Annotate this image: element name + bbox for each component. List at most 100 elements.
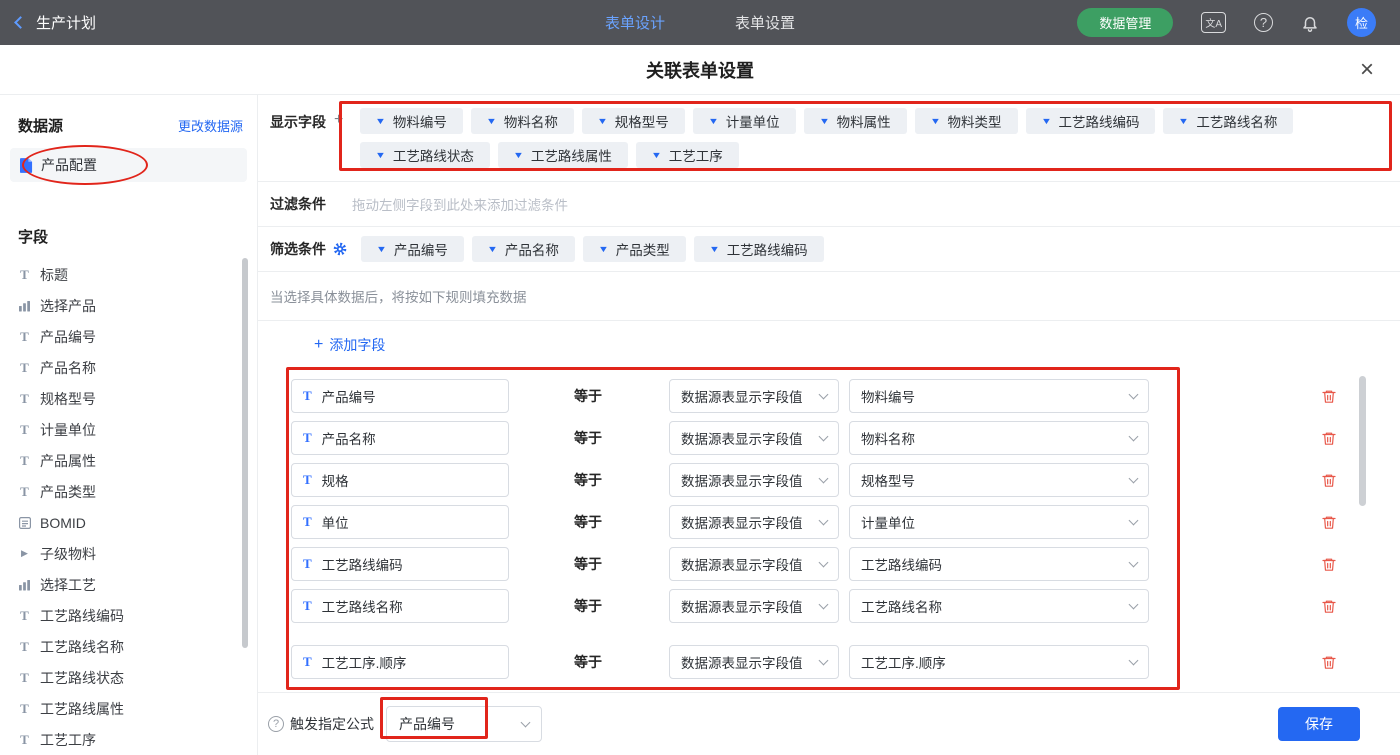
display-field-tag[interactable]: ▼ 工艺路线属性: [498, 142, 628, 168]
rule-rows: T 产品编号 等于 数据源表显示字段值 物料编号 T 产品名称 等于 数据源表显…: [291, 379, 1400, 679]
rule-target-select[interactable]: 工艺工序.顺序: [849, 645, 1149, 679]
display-field-tag[interactable]: ▼ 工艺路线名称: [1163, 108, 1293, 134]
rule-field-input[interactable]: T 产品编号: [291, 379, 509, 413]
rule-operator-label: 等于: [574, 652, 669, 672]
add-display-field-button[interactable]: +: [334, 112, 343, 128]
form-field-icon: [18, 517, 31, 529]
sidebar-field-item[interactable]: T 工艺路线编码: [0, 600, 257, 631]
rule-field-input[interactable]: T 单位: [291, 505, 509, 539]
rule-source-select[interactable]: 数据源表显示字段值: [669, 547, 839, 581]
rule-target-select[interactable]: 物料名称: [849, 421, 1149, 455]
fill-rules-hint: 当选择具体数据后，将按如下规则填充数据: [270, 286, 527, 306]
display-field-tag[interactable]: ▼ 工艺路线编码: [1026, 108, 1156, 134]
rule-source-select[interactable]: 数据源表显示字段值: [669, 379, 839, 413]
sidebar-field-item[interactable]: ▶ 子级物料: [0, 538, 257, 569]
sidebar-field-item[interactable]: T 标题: [0, 259, 257, 290]
chevron-down-icon: [819, 473, 829, 483]
display-field-tags: ▼ 物料编号 ▼ 物料名称 ▼ 规格型号 ▼ 计量单位 ▼ 物料属性 ▼ 物料类…: [360, 108, 1364, 168]
display-field-tag[interactable]: ▼ 工艺工序: [636, 142, 739, 168]
translate-icon[interactable]: 文A: [1201, 12, 1226, 33]
sidebar-field-item[interactable]: T 工艺路线状态: [0, 662, 257, 693]
rule-source-select[interactable]: 数据源表显示字段值: [669, 421, 839, 455]
close-icon[interactable]: ×: [1360, 58, 1374, 82]
sidebar-field-label: 标题: [40, 265, 68, 285]
rule-source-select[interactable]: 数据源表显示字段值: [669, 463, 839, 497]
display-field-tag[interactable]: ▼ 计量单位: [693, 108, 796, 134]
help-icon[interactable]: ?: [1254, 13, 1273, 32]
sidebar-field-item[interactable]: T 规格型号: [0, 383, 257, 414]
trash-icon[interactable]: [1321, 388, 1337, 405]
sidebar-scrollbar[interactable]: [242, 258, 248, 648]
notifications-bell-icon[interactable]: [1301, 14, 1319, 32]
sidebar-field-label: 产品属性: [40, 451, 96, 471]
rule-source-select[interactable]: 数据源表显示字段值: [669, 505, 839, 539]
sidebar-field-item[interactable]: BOMID: [0, 507, 257, 538]
sidebar-field-label: BOMID: [40, 515, 86, 531]
back-button[interactable]: 生产计划: [16, 12, 96, 33]
trash-icon[interactable]: [1321, 654, 1337, 671]
screening-field-tag[interactable]: ▼ 产品名称: [472, 236, 575, 262]
rule-target-select[interactable]: 工艺路线编码: [849, 547, 1149, 581]
rule-source-select[interactable]: 数据源表显示字段值: [669, 645, 839, 679]
change-datasource-link[interactable]: 更改数据源: [178, 116, 243, 135]
chevron-down-icon: [1129, 431, 1139, 441]
add-field-button[interactable]: + 添加字段: [314, 335, 385, 355]
sidebar-field-item[interactable]: T 产品属性: [0, 445, 257, 476]
rule-source-select[interactable]: 数据源表显示字段值: [669, 589, 839, 623]
trash-icon[interactable]: [1321, 556, 1337, 573]
text-field-icon: T: [303, 430, 312, 446]
display-field-tag[interactable]: ▼ 工艺路线状态: [360, 142, 490, 168]
fill-rules-hint-section: 当选择具体数据后，将按如下规则填充数据: [258, 272, 1400, 322]
screening-field-tag[interactable]: ▼ 产品编号: [361, 236, 464, 262]
screening-field-tag[interactable]: ▼ 产品类型: [583, 236, 686, 262]
rule-target-select[interactable]: 计量单位: [849, 505, 1149, 539]
rules-scrollbar[interactable]: [1359, 376, 1366, 506]
save-button[interactable]: 保存: [1278, 707, 1360, 741]
datasource-item-product-config[interactable]: 产品配置: [10, 148, 247, 182]
trash-icon[interactable]: [1321, 430, 1337, 447]
screening-field-tag[interactable]: ▼ 工艺路线编码: [694, 236, 824, 262]
display-field-tag[interactable]: ▼ 物料属性: [804, 108, 907, 134]
data-manage-button[interactable]: 数据管理: [1077, 8, 1173, 37]
display-field-tag[interactable]: ▼ 规格型号: [582, 108, 685, 134]
sidebar-field-item[interactable]: T 产品类型: [0, 476, 257, 507]
trash-icon[interactable]: [1321, 472, 1337, 489]
text-field-icon: T: [18, 329, 31, 345]
question-circle-icon: ?: [268, 716, 284, 732]
sidebar-field-item[interactable]: T 工艺路线名称: [0, 631, 257, 662]
sidebar-field-item[interactable]: T 产品名称: [0, 352, 257, 383]
rule-target-select[interactable]: 工艺路线名称: [849, 589, 1149, 623]
trash-icon[interactable]: [1321, 514, 1337, 531]
rule-field-input[interactable]: T 工艺路线名称: [291, 589, 509, 623]
tab-form-design[interactable]: 表单设计: [605, 12, 665, 33]
sidebar-field-item[interactable]: T 产品编号: [0, 321, 257, 352]
screening-conditions-label: 筛选条件: [270, 239, 326, 259]
display-field-tag[interactable]: ▼ 物料类型: [915, 108, 1018, 134]
chevron-down-icon: [1129, 655, 1139, 665]
text-field-icon: T: [18, 267, 31, 283]
rule-field-input[interactable]: T 产品名称: [291, 421, 509, 455]
rule-field-input[interactable]: T 工艺路线编码: [291, 547, 509, 581]
sidebar-field-item[interactable]: T 工艺路线属性: [0, 693, 257, 724]
rule-field-input[interactable]: T 工艺工序.顺序: [291, 645, 509, 679]
sidebar-field-item[interactable]: T 工艺工序: [0, 724, 257, 755]
rule-field-label: 工艺路线编码: [322, 554, 403, 574]
sidebar-field-item[interactable]: T 计量单位: [0, 414, 257, 445]
rule-target-select[interactable]: 规格型号: [849, 463, 1149, 497]
sidebar-field-item[interactable]: 选择工艺: [0, 569, 257, 600]
trigger-formula-select[interactable]: 产品编号: [386, 706, 542, 742]
select-field-icon: [18, 300, 31, 312]
sidebar-field-label: 计量单位: [40, 420, 96, 440]
display-field-tag[interactable]: ▼ 物料名称: [471, 108, 574, 134]
chevron-down-icon: ▼: [709, 244, 720, 254]
gear-icon[interactable]: [333, 242, 347, 256]
chevron-down-icon: ▼: [487, 244, 498, 254]
tab-form-settings[interactable]: 表单设置: [735, 12, 795, 33]
trash-icon[interactable]: [1321, 598, 1337, 615]
rule-target-select[interactable]: 物料编号: [849, 379, 1149, 413]
sidebar-field-item[interactable]: 选择产品: [0, 290, 257, 321]
filter-drop-placeholder[interactable]: 拖动左侧字段到此处来添加过滤条件: [352, 194, 568, 214]
rule-field-input[interactable]: T 规格: [291, 463, 509, 497]
avatar[interactable]: 检: [1347, 8, 1376, 37]
display-field-tag[interactable]: ▼ 物料编号: [360, 108, 463, 134]
